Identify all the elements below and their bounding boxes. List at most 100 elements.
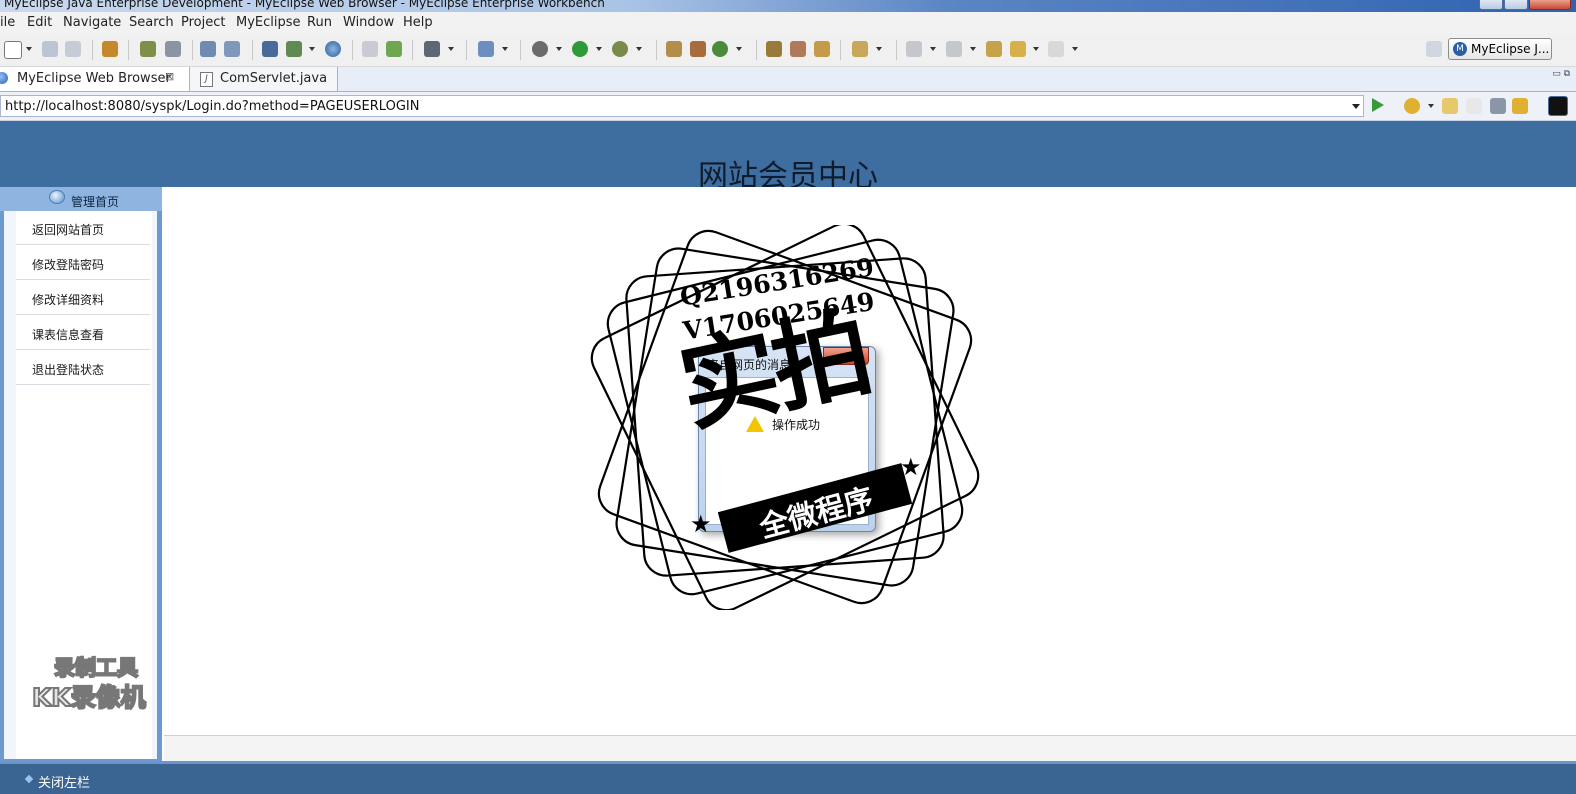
next-annotation-icon[interactable] <box>906 41 922 57</box>
toolbar-separator <box>896 40 897 60</box>
last-edit-icon[interactable] <box>986 41 1002 57</box>
new-item-dropdown-icon[interactable] <box>736 47 742 51</box>
forward-dropdown-icon[interactable] <box>1072 47 1078 51</box>
close-tab-icon[interactable]: ⊠ <box>165 70 174 83</box>
menu-file[interactable]: ile <box>0 15 15 30</box>
maximize-button[interactable] <box>1504 0 1528 10</box>
java-file-icon: J <box>200 72 213 87</box>
run-icon[interactable] <box>572 41 588 57</box>
star-icon: ★ <box>690 510 712 538</box>
prev-annotation-dropdown-icon[interactable] <box>970 47 976 51</box>
debug-icon[interactable] <box>140 41 156 57</box>
toolbar-separator <box>756 40 757 60</box>
close-sidebar-link[interactable]: 关闭左栏 <box>38 772 90 791</box>
add-db-icon[interactable] <box>386 41 402 57</box>
tab-comservlet[interactable]: J ComServlet.java <box>190 67 338 91</box>
home-globe-icon <box>49 190 65 204</box>
nav-item-change-password[interactable]: 修改登陆密码 <box>16 246 150 280</box>
external-tools-icon[interactable] <box>612 41 628 57</box>
perspective-label: MyEclipse J... <box>1471 42 1550 56</box>
toolbar-separator <box>252 40 253 60</box>
nav-item-back-home[interactable]: 返回网站首页 <box>16 211 150 245</box>
menu-window[interactable]: Window <box>343 15 394 30</box>
perspective-button[interactable]: M MyEclipse J... <box>1448 38 1552 60</box>
menu-help[interactable]: Help <box>403 15 433 30</box>
footer-bar: 关闭左栏 <box>0 761 1576 794</box>
back-dropdown-icon[interactable] <box>1033 47 1039 51</box>
window-title: MyEclipse Java Enterprise Development - … <box>4 0 605 10</box>
content-bottom-bar <box>164 735 1576 762</box>
save-icon[interactable] <box>42 41 58 57</box>
db-icon[interactable] <box>362 41 378 57</box>
toolbar-separator <box>192 40 193 60</box>
nav-item-logout[interactable]: 退出登陆状态 <box>16 351 150 385</box>
new-web-dropdown-icon[interactable] <box>309 47 315 51</box>
toolbar-separator <box>412 40 413 60</box>
sidebar-header-label: 管理首页 <box>71 195 120 209</box>
stop-icon[interactable] <box>1490 98 1506 114</box>
minimize-button[interactable] <box>1479 0 1503 10</box>
nav-item-timetable[interactable]: 课表信息查看 <box>16 316 150 350</box>
deploy-icon[interactable] <box>200 41 216 57</box>
browser-icon[interactable] <box>224 41 240 57</box>
external-tools-dropdown-icon[interactable] <box>636 47 642 51</box>
menu-project[interactable]: Project <box>181 15 225 30</box>
go-icon[interactable] <box>1372 98 1384 112</box>
run-dropdown-icon[interactable] <box>596 47 602 51</box>
prev-annotation-icon[interactable] <box>946 41 962 57</box>
new-item-icon[interactable] <box>712 41 728 57</box>
browser-back-icon[interactable] <box>1442 98 1458 114</box>
toolbar-separator <box>352 40 353 60</box>
camera-dropdown-icon[interactable] <box>448 47 454 51</box>
menu-navigate[interactable]: Navigate <box>63 15 121 30</box>
browser-forward-icon[interactable] <box>1466 98 1482 114</box>
favorites-icon[interactable] <box>1404 98 1420 114</box>
menu-search[interactable]: Search <box>129 15 174 30</box>
new-icon[interactable] <box>4 41 22 59</box>
url-dropdown-icon[interactable] <box>1352 104 1360 109</box>
folder-dropdown-icon[interactable] <box>876 47 882 51</box>
menu-edit[interactable]: Edit <box>27 15 52 30</box>
open-task-icon[interactable] <box>814 41 830 57</box>
screen-icon[interactable] <box>1548 96 1568 116</box>
menu-run[interactable]: Run <box>307 15 332 30</box>
open-perspective-icon[interactable] <box>1426 41 1442 57</box>
save-all-icon[interactable] <box>65 41 81 57</box>
menu-myeclipse[interactable]: MyEclipse <box>236 15 301 30</box>
window-title-bar: MyEclipse Java Enterprise Development - … <box>0 0 1576 12</box>
nav-item-edit-profile[interactable]: 修改详细资料 <box>16 281 150 315</box>
debug-dropdown-icon[interactable] <box>556 47 562 51</box>
open-type-dropdown-icon[interactable] <box>502 47 508 51</box>
minimize-maximize-icon[interactable]: ▭ ⧉ <box>1552 69 1570 79</box>
globe-icon[interactable] <box>325 41 341 57</box>
close-window-button[interactable] <box>1529 0 1571 10</box>
toolbar-separator <box>656 40 657 60</box>
url-input[interactable] <box>0 95 1364 117</box>
package-icon[interactable] <box>102 41 118 57</box>
bug-icon[interactable] <box>532 41 548 57</box>
server-icon[interactable] <box>165 41 181 57</box>
tab-label: ComServlet.java <box>220 71 328 86</box>
camera-icon[interactable] <box>424 41 440 57</box>
open-folder-icon[interactable] <box>766 41 782 57</box>
new-dropdown-icon[interactable] <box>26 47 32 51</box>
folder-icon[interactable] <box>852 41 868 57</box>
next-annotation-dropdown-icon[interactable] <box>930 47 936 51</box>
tab-label: MyEclipse Web Browser <box>17 71 171 86</box>
favorites-dropdown-icon[interactable] <box>1428 104 1434 108</box>
new-class-icon[interactable] <box>666 41 682 57</box>
star-icon: ★ <box>900 453 922 481</box>
site-banner: 网站会员中心 <box>0 121 1576 194</box>
new-server-icon[interactable] <box>262 41 278 57</box>
open-resource-icon[interactable] <box>790 41 806 57</box>
nav-label: 课表信息查看 <box>32 328 105 342</box>
refresh-icon[interactable] <box>1512 98 1528 114</box>
nav-label: 修改详细资料 <box>32 293 105 307</box>
new-web-icon[interactable] <box>286 41 302 57</box>
forward-icon[interactable] <box>1048 41 1064 57</box>
back-icon[interactable] <box>1010 41 1026 57</box>
open-type-icon[interactable] <box>478 41 494 57</box>
new-package-icon[interactable] <box>690 41 706 57</box>
tab-web-browser[interactable]: MyEclipse Web Browser ⊠ <box>0 67 190 91</box>
sidebar-header[interactable]: 管理首页 <box>0 187 162 211</box>
